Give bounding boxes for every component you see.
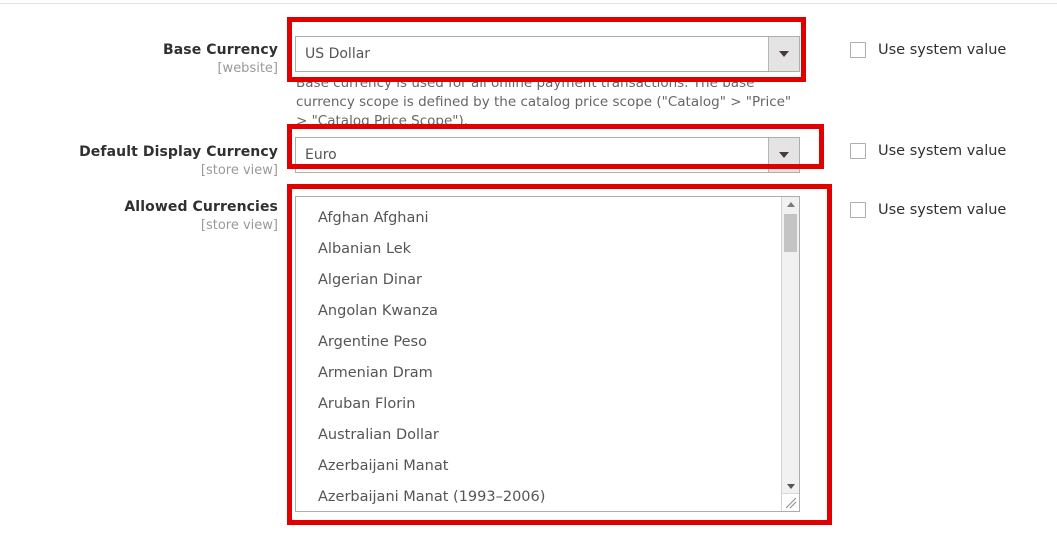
allowed-currencies-listbox[interactable]: Afghan Afghani Albanian Lek Algerian Dinar…	[295, 196, 800, 512]
use-system-value-row-default-display-currency[interactable]: Use system value	[850, 143, 1006, 159]
field-scope-text: [store view]	[200, 217, 278, 233]
base-currency-select[interactable]: US Dollar	[295, 36, 800, 72]
list-item[interactable]: Afghan Afghani	[296, 203, 781, 234]
default-display-currency-dropdown-button[interactable]	[768, 138, 799, 172]
list-item[interactable]: Aruban Florin	[296, 389, 781, 420]
use-system-value-checkbox-base-currency[interactable]	[850, 42, 866, 58]
allowed-currencies-scrollbar[interactable]	[781, 197, 799, 511]
base-currency-value: US Dollar	[305, 46, 371, 62]
field-label-text: Default Display Currency	[79, 144, 278, 160]
list-item[interactable]: Angolan Kwanza	[296, 296, 781, 327]
scroll-up-arrow-icon[interactable]	[782, 197, 799, 212]
scroll-down-arrow-icon[interactable]	[782, 479, 799, 494]
default-display-currency-select[interactable]: Euro	[295, 137, 800, 173]
field-scope-text: [website]	[217, 60, 278, 76]
scrollbar-thumb[interactable]	[784, 214, 797, 252]
field-label-base-currency: Base Currency [website]	[60, 42, 278, 77]
allowed-currencies-options[interactable]: Afghan Afghani Albanian Lek Algerian Dinar…	[296, 197, 781, 511]
use-system-value-checkbox-default-display-currency[interactable]	[850, 143, 866, 159]
base-currency-note: Base currency is used for all online pay…	[296, 75, 792, 129]
field-label-text: Allowed Currencies	[124, 199, 278, 215]
base-currency-dropdown-button[interactable]	[768, 37, 799, 71]
use-system-value-label: Use system value	[878, 42, 1007, 58]
default-display-currency-value: Euro	[305, 147, 337, 163]
list-item[interactable]: Australian Dollar	[296, 420, 781, 451]
list-item[interactable]: Azerbaijani Manat (1993–2006)	[296, 482, 781, 511]
list-item[interactable]: Argentine Peso	[296, 327, 781, 358]
field-label-text: Base Currency	[162, 42, 278, 58]
chevron-down-icon	[779, 51, 789, 57]
use-system-value-label: Use system value	[878, 202, 1007, 218]
top-divider	[0, 3, 1057, 4]
list-item[interactable]: Albanian Lek	[296, 234, 781, 265]
resize-grip-icon[interactable]	[782, 493, 799, 511]
list-item[interactable]: Azerbaijani Manat	[296, 451, 781, 482]
use-system-value-label: Use system value	[878, 143, 1007, 159]
field-scope-text: [store view]	[200, 162, 278, 178]
use-system-value-row-base-currency[interactable]: Use system value	[850, 42, 1006, 58]
chevron-down-icon	[779, 152, 789, 158]
list-item[interactable]: Algerian Dinar	[296, 265, 781, 296]
field-label-allowed-currencies: Allowed Currencies [store view]	[60, 199, 278, 234]
list-item[interactable]: Armenian Dram	[296, 358, 781, 389]
use-system-value-checkbox-allowed-currencies[interactable]	[850, 202, 866, 218]
use-system-value-row-allowed-currencies[interactable]: Use system value	[850, 202, 1006, 218]
field-label-default-display-currency: Default Display Currency [store view]	[60, 144, 278, 179]
